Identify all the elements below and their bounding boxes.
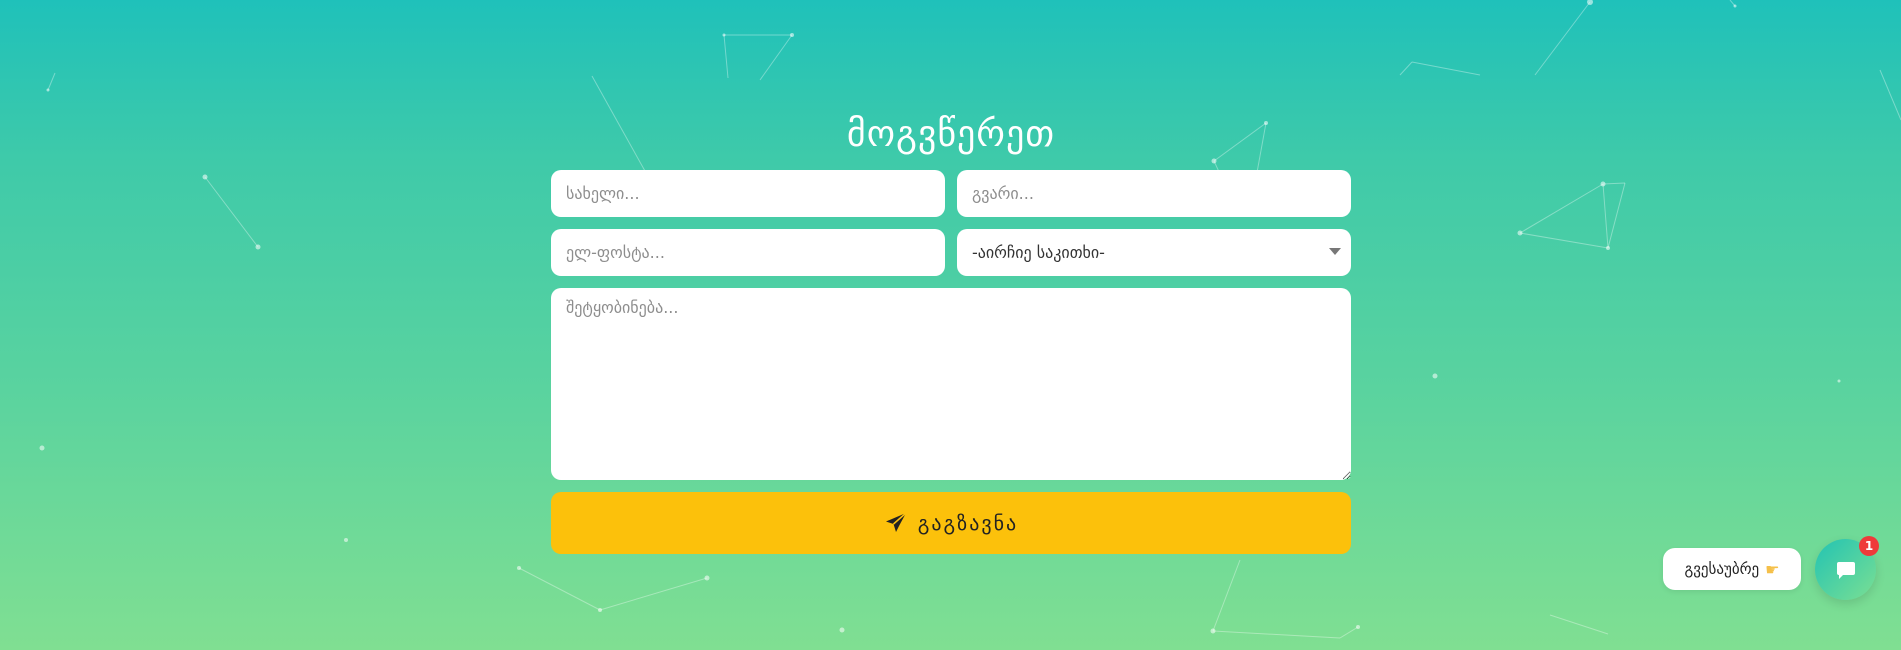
email-input[interactable] xyxy=(551,229,945,276)
first-name-input[interactable] xyxy=(551,170,945,217)
contact-form: -აირჩიე საკითხი- გაგზავნა xyxy=(551,170,1351,554)
chevron-down-icon xyxy=(1329,248,1341,255)
paper-plane-icon xyxy=(884,511,908,535)
chat-invite-bubble[interactable]: გვესაუბრე ☛ xyxy=(1663,548,1801,590)
send-button[interactable]: გაგზავნა xyxy=(551,492,1351,554)
page-title: მოგვწერეთ xyxy=(846,114,1056,155)
topic-select[interactable]: -აირჩიე საკითხი- xyxy=(957,229,1351,276)
chat-bubble-icon xyxy=(1836,561,1855,579)
contact-form-section: მოგვწერეთ -აირჩიე საკითხი- xyxy=(551,100,1351,554)
contact-page: მოგვწერეთ -აირჩიე საკითხი- xyxy=(0,0,1901,650)
last-name-input[interactable] xyxy=(957,170,1351,217)
notification-badge: 1 xyxy=(1859,536,1879,556)
send-button-label: გაგზავნა xyxy=(917,511,1019,535)
chat-invite-label: გვესაუბრე xyxy=(1684,560,1760,578)
pointing-hand-icon: ☛ xyxy=(1765,559,1780,579)
topic-select-value: -აირჩიე საკითხი- xyxy=(972,243,1105,262)
message-textarea[interactable] xyxy=(551,288,1351,480)
name-row xyxy=(551,170,1351,217)
email-topic-row: -აირჩიე საკითხი- xyxy=(551,229,1351,276)
